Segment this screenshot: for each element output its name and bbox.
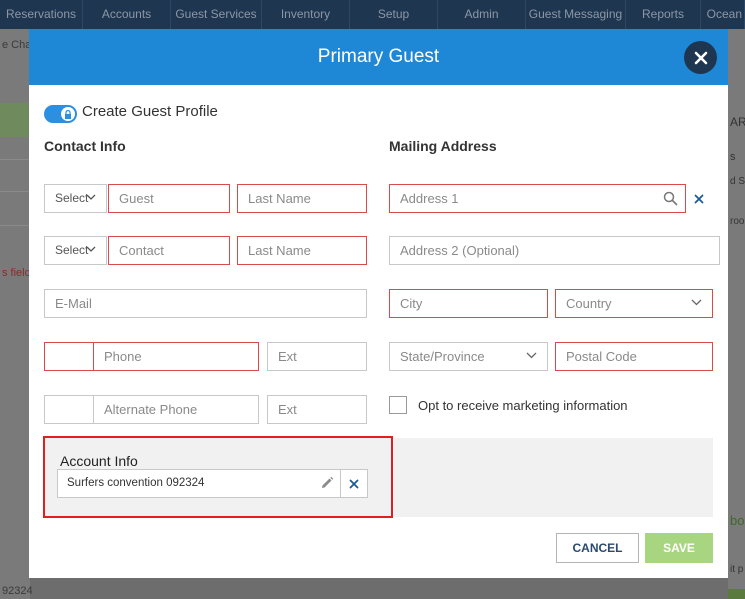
account-info-background (394, 438, 713, 517)
city-input[interactable] (390, 290, 547, 317)
marketing-opt-in-label: Opt to receive marketing information (418, 398, 628, 413)
remove-account-button[interactable] (340, 469, 368, 498)
nav-guest-messaging[interactable]: Guest Messaging (526, 0, 626, 29)
contact-title-select[interactable]: Select (44, 236, 107, 265)
phone-ext-input[interactable] (268, 343, 366, 370)
guest-last-name-input[interactable] (238, 185, 366, 212)
top-navigation: Reservations Accounts Guest Services Inv… (0, 0, 745, 29)
close-icon (349, 479, 359, 488)
save-button[interactable]: SAVE (645, 533, 713, 563)
address-1-input[interactable] (390, 185, 685, 212)
alt-phone-country-code-field[interactable] (44, 395, 94, 424)
bg-right-text: it p (730, 564, 744, 575)
phone-field[interactable] (93, 342, 259, 371)
bg-right-green-bar (728, 589, 745, 599)
phone-country-code-input[interactable] (45, 343, 93, 370)
primary-guest-modal: Primary Guest Create Guest Profile Conta… (29, 29, 728, 578)
nav-inventory[interactable]: Inventory (262, 0, 350, 29)
bg-left-text-3: 92324 (2, 585, 33, 597)
bg-left-green-bar (0, 103, 30, 137)
background-right-panel: AR s d Se roo bo it p (728, 29, 745, 599)
account-info-title: Account Info (60, 453, 138, 469)
alternate-phone-input[interactable] (94, 396, 258, 423)
nav-setup[interactable]: Setup (350, 0, 438, 29)
nav-ocean[interactable]: Ocean (701, 0, 745, 29)
nav-accounts[interactable]: Accounts (83, 0, 171, 29)
postal-code-input[interactable] (556, 343, 712, 370)
bg-divider (0, 225, 30, 226)
contact-first-name-input[interactable] (109, 237, 229, 264)
nav-reservations[interactable]: Reservations (0, 0, 83, 29)
address-2-field[interactable] (389, 236, 720, 265)
bg-left-text-2: s field (2, 267, 31, 279)
chevron-down-icon (86, 246, 96, 252)
account-value: Surfers convention 092324 (67, 477, 205, 489)
contact-last-name-field[interactable] (237, 236, 367, 265)
marketing-opt-in-checkbox[interactable] (389, 396, 407, 414)
contact-info-title: Contact Info (44, 138, 126, 154)
select-value: Select (55, 243, 89, 257)
nav-guest-services[interactable]: Guest Services (171, 0, 262, 29)
alt-phone-ext-field[interactable] (267, 395, 367, 424)
search-icon[interactable] (663, 191, 678, 206)
phone-input[interactable] (94, 343, 258, 370)
bg-right-text: AR (730, 115, 745, 129)
guest-title-select[interactable]: Select (44, 184, 107, 213)
phone-ext-field[interactable] (267, 342, 367, 371)
mailing-address-title: Mailing Address (389, 138, 497, 154)
city-field[interactable] (389, 289, 548, 318)
bg-right-text: bo (730, 513, 745, 528)
close-icon (694, 194, 704, 203)
clear-address-button[interactable] (686, 184, 712, 213)
modal-title: Primary Guest (317, 46, 440, 67)
close-button[interactable] (684, 41, 717, 74)
lock-icon (65, 109, 71, 119)
chevron-down-icon (526, 352, 537, 359)
pencil-icon[interactable] (320, 476, 334, 490)
contact-first-name-field[interactable] (108, 236, 230, 265)
toggle-knob (61, 107, 75, 121)
bg-right-text: d Se (730, 176, 745, 187)
chevron-down-icon (691, 299, 702, 306)
country-select-value: Country (566, 296, 612, 311)
email-field[interactable] (44, 289, 367, 318)
state-select-value: State/Province (400, 349, 485, 364)
phone-country-code-field[interactable] (44, 342, 94, 371)
select-value: Select (55, 191, 89, 205)
address-2-input[interactable] (390, 237, 719, 264)
guest-first-name-input[interactable] (109, 185, 229, 212)
cancel-button[interactable]: CANCEL (556, 533, 639, 563)
guest-last-name-field[interactable] (237, 184, 367, 213)
guest-first-name-field[interactable] (108, 184, 230, 213)
contact-last-name-input[interactable] (238, 237, 366, 264)
create-guest-profile-toggle[interactable] (44, 105, 77, 123)
background-left-panel: e Cha s field 92324 (0, 29, 33, 599)
postal-code-field[interactable] (555, 342, 713, 371)
state-province-select[interactable]: State/Province (389, 342, 548, 371)
alternate-phone-field[interactable] (93, 395, 259, 424)
account-field[interactable]: Surfers convention 092324 (57, 469, 341, 498)
bg-right-text: roo (730, 216, 745, 227)
alt-phone-ext-input[interactable] (268, 396, 366, 423)
modal-header: Primary Guest (29, 29, 728, 85)
create-guest-profile-label: Create Guest Profile (82, 103, 218, 120)
bg-divider (0, 191, 30, 192)
nav-admin[interactable]: Admin (438, 0, 526, 29)
account-info-section: Account Info Surfers convention 092324 (43, 436, 393, 518)
country-select[interactable]: Country (555, 289, 713, 318)
bg-right-text: s (730, 151, 736, 163)
bg-left-text-1: e Cha (2, 39, 32, 51)
email-input[interactable] (45, 290, 366, 317)
nav-reports[interactable]: Reports (626, 0, 701, 29)
chevron-down-icon (86, 194, 96, 200)
address-1-field[interactable] (389, 184, 686, 213)
bg-divider (0, 159, 30, 160)
close-icon (694, 51, 707, 64)
alt-phone-country-code-input[interactable] (45, 396, 93, 423)
